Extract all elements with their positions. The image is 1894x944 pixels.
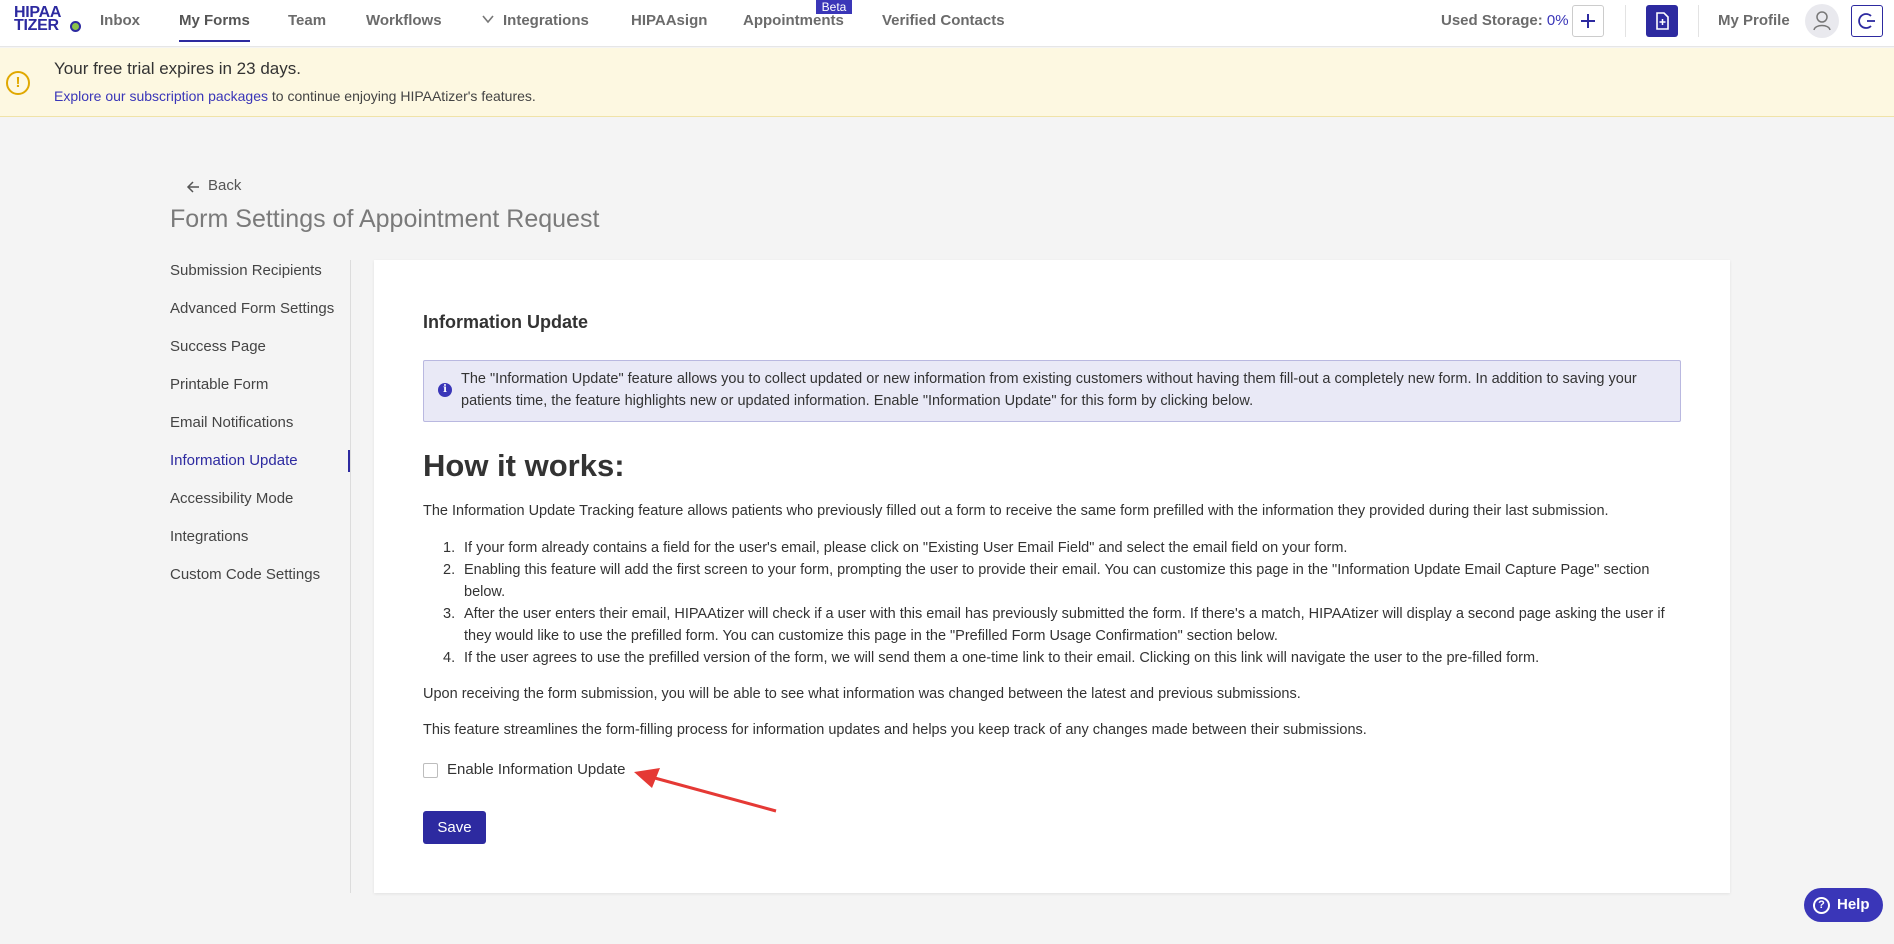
step-number: 2. bbox=[443, 562, 456, 578]
nav-my-forms[interactable]: My Forms bbox=[179, 12, 250, 42]
nav-integrations[interactable]: Integrations bbox=[503, 12, 589, 29]
chevron-down-icon[interactable] bbox=[482, 13, 494, 25]
nav-hipaasign[interactable]: HIPAAsign bbox=[631, 12, 707, 29]
step-text: If your form already contains a field fo… bbox=[464, 540, 1348, 556]
avatar[interactable] bbox=[1805, 4, 1839, 38]
sidebar-item-integrations[interactable]: Integrations bbox=[170, 528, 248, 545]
sidebar-item-printable-form[interactable]: Printable Form bbox=[170, 376, 268, 393]
info-callout-text: The "Information Update" feature allows … bbox=[461, 371, 1637, 409]
changes-paragraph: Upon receiving the form submission, you … bbox=[423, 686, 1301, 702]
storage-value: 0% bbox=[1546, 12, 1569, 29]
warning-icon: ! bbox=[6, 71, 30, 95]
nav-appointments[interactable]: Appointments bbox=[743, 12, 844, 29]
trial-banner-subtitle: Explore our subscription packages to con… bbox=[54, 88, 536, 104]
step-text: After the user enters their email, HIPAA… bbox=[464, 606, 1665, 644]
step-text: Enabling this feature will add the first… bbox=[464, 562, 1650, 600]
annotation-arrow-icon bbox=[634, 768, 777, 813]
logout-icon bbox=[1858, 13, 1875, 29]
new-document-button[interactable] bbox=[1646, 5, 1678, 37]
my-profile-link[interactable]: My Profile bbox=[1718, 12, 1790, 29]
section-title: Information Update bbox=[423, 312, 588, 332]
enable-information-update-checkbox[interactable] bbox=[423, 763, 438, 778]
trial-banner-title: Your free trial expires in 23 days. bbox=[54, 59, 301, 78]
arrow-left-icon[interactable] bbox=[186, 180, 200, 194]
list-item: 3. After the user enters their email, HIP… bbox=[443, 603, 1683, 647]
how-it-works-heading: How it works: bbox=[423, 448, 625, 483]
beta-badge: Beta bbox=[816, 0, 852, 14]
logo-dot bbox=[70, 21, 81, 32]
list-item: 1. If your form already contains a field … bbox=[443, 537, 1683, 559]
save-button[interactable]: Save bbox=[423, 811, 486, 844]
step-number: 1. bbox=[443, 540, 456, 556]
question-icon: ? bbox=[1813, 897, 1830, 914]
help-button[interactable]: ? Help bbox=[1804, 888, 1883, 922]
enable-information-update-label[interactable]: Enable Information Update bbox=[447, 761, 625, 778]
sidebar-item-success-page[interactable]: Success Page bbox=[170, 338, 266, 355]
nav-verified-contacts[interactable]: Verified Contacts bbox=[882, 12, 1005, 29]
nav-team[interactable]: Team bbox=[288, 12, 326, 29]
settings-sidebar: Submission Recipients Advanced Form Sett… bbox=[170, 260, 351, 893]
trial-banner-rest: to continue enjoying HIPAAtizer's featur… bbox=[268, 88, 536, 104]
intro-paragraph: The Information Update Tracking feature … bbox=[423, 503, 1609, 519]
top-navbar: HIPAA TIZER Inbox My Forms Team Workflow… bbox=[0, 0, 1894, 47]
steps-list: 1. If your form already contains a field … bbox=[443, 537, 1683, 669]
user-icon bbox=[1813, 11, 1831, 31]
list-item: 4. If the user agrees to use the prefille… bbox=[443, 647, 1683, 669]
plus-icon bbox=[1581, 14, 1595, 28]
sidebar-item-information-update[interactable]: Information Update bbox=[170, 452, 298, 469]
hipaatizer-logo[interactable]: HIPAA TIZER bbox=[14, 5, 82, 36]
nav-divider bbox=[1698, 5, 1699, 37]
document-plus-icon bbox=[1656, 12, 1669, 30]
logo-line-2: TIZER bbox=[14, 17, 59, 34]
streamline-paragraph: This feature streamlines the form-fillin… bbox=[423, 722, 1367, 738]
nav-workflows[interactable]: Workflows bbox=[366, 12, 442, 29]
nav-inbox[interactable]: Inbox bbox=[100, 12, 140, 29]
sidebar-item-accessibility-mode[interactable]: Accessibility Mode bbox=[170, 490, 293, 507]
add-button[interactable] bbox=[1572, 5, 1604, 37]
page-title: Form Settings of Appointment Request bbox=[170, 205, 600, 233]
sidebar-item-submission-recipients[interactable]: Submission Recipients bbox=[170, 262, 322, 279]
logout-button[interactable] bbox=[1851, 5, 1883, 37]
sidebar-item-advanced-form-settings[interactable]: Advanced Form Settings bbox=[170, 300, 334, 317]
step-number: 4. bbox=[443, 650, 456, 666]
storage-label: Used Storage: bbox=[1441, 12, 1543, 29]
back-link[interactable]: Back bbox=[208, 177, 241, 194]
subscription-packages-link[interactable]: Explore our subscription packages bbox=[54, 88, 268, 104]
sidebar-item-email-notifications[interactable]: Email Notifications bbox=[170, 414, 293, 431]
sidebar-item-custom-code-settings[interactable]: Custom Code Settings bbox=[170, 566, 320, 583]
sidebar-active-indicator bbox=[348, 450, 350, 472]
list-item: 2. Enabling this feature will add the fir… bbox=[443, 559, 1683, 603]
storage-indicator: Used Storage: 0% bbox=[1441, 12, 1569, 29]
info-icon: i bbox=[438, 383, 452, 397]
step-number: 3. bbox=[443, 606, 456, 622]
help-label: Help bbox=[1837, 896, 1870, 913]
step-text: If the user agrees to use the prefilled … bbox=[464, 650, 1540, 666]
nav-divider bbox=[1625, 5, 1626, 37]
